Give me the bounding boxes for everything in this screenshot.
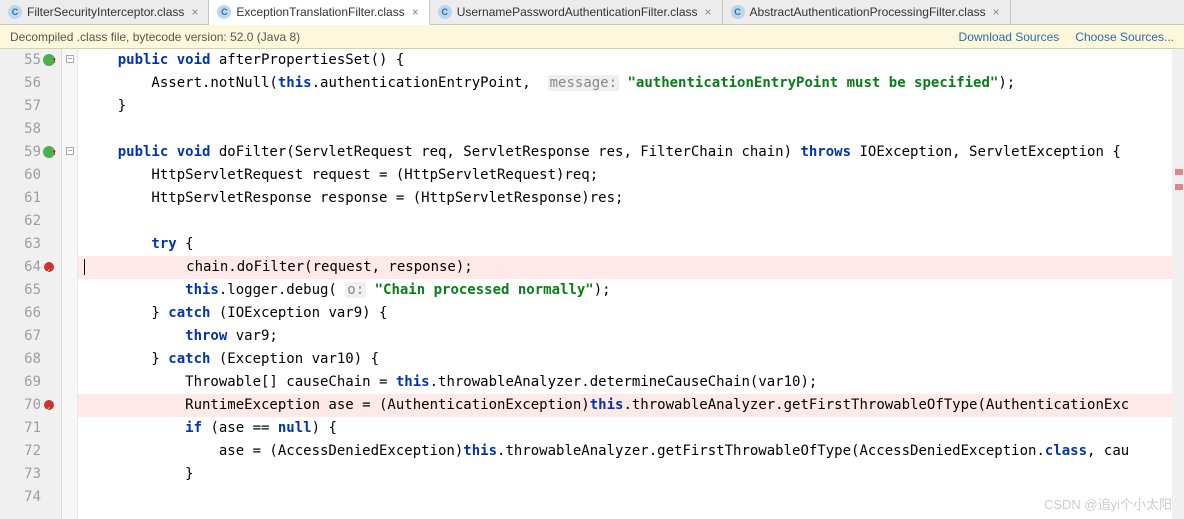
line-number: 62 <box>24 213 41 229</box>
line-number: 71 <box>24 420 41 436</box>
code-line <box>78 118 1184 141</box>
line-number: 61 <box>24 190 41 206</box>
choose-sources-link[interactable]: Choose Sources... <box>1075 30 1174 44</box>
line-number: 70 <box>24 397 41 413</box>
code-editor[interactable]: 55 56 57 58 59 60 61 62 63 64 65 66 67 6… <box>0 49 1184 519</box>
fold-toggle[interactable]: − <box>66 147 74 155</box>
line-number: 58 <box>24 121 41 137</box>
line-number: 65 <box>24 282 41 298</box>
banner-text: Decompiled .class file, bytecode version… <box>10 30 300 44</box>
override-icon[interactable] <box>43 146 55 158</box>
code-line: } <box>78 463 1184 486</box>
code-line: } catch (Exception var10) { <box>78 348 1184 371</box>
fold-gutter: − − <box>62 49 78 519</box>
code-line: ase = (AccessDeniedException)this.throwa… <box>78 440 1184 463</box>
tab-filter-security[interactable]: C FilterSecurityInterceptor.class × <box>0 0 209 24</box>
tab-label: AbstractAuthenticationProcessingFilter.c… <box>750 5 986 19</box>
tab-abstract-auth[interactable]: C AbstractAuthenticationProcessingFilter.… <box>723 0 1011 24</box>
code-line: HttpServletRequest request = (HttpServle… <box>78 164 1184 187</box>
error-stripe[interactable] <box>1175 169 1183 175</box>
line-number: 59 <box>24 144 41 160</box>
line-number: 72 <box>24 443 41 459</box>
code-line: } catch (IOException var9) { <box>78 302 1184 325</box>
error-stripe[interactable] <box>1175 184 1183 190</box>
class-icon: C <box>217 5 231 19</box>
code-line <box>78 486 1184 509</box>
line-number: 66 <box>24 305 41 321</box>
code-line: HttpServletResponse response = (HttpServ… <box>78 187 1184 210</box>
close-icon[interactable]: × <box>703 5 714 19</box>
tab-username-password[interactable]: C UsernamePasswordAuthenticationFilter.cl… <box>430 0 723 24</box>
code-line: chain.doFilter(request, response); <box>78 256 1184 279</box>
tab-bar: C FilterSecurityInterceptor.class × C Excep… <box>0 0 1184 25</box>
code-line: throw var9; <box>78 325 1184 348</box>
code-line <box>78 210 1184 233</box>
class-icon: C <box>8 5 22 19</box>
code-line: Assert.notNull(this.authenticationEntryP… <box>78 72 1184 95</box>
breakpoint-icon[interactable] <box>44 262 54 272</box>
line-number: 64 <box>24 259 41 275</box>
line-number: 60 <box>24 167 41 183</box>
tab-label: ExceptionTranslationFilter.class <box>236 5 404 19</box>
breakpoint-icon[interactable] <box>44 400 54 410</box>
banner-links: Download Sources Choose Sources... <box>959 30 1174 44</box>
close-icon[interactable]: × <box>189 5 200 19</box>
line-number: 57 <box>24 98 41 114</box>
line-number: 69 <box>24 374 41 390</box>
code-line: try { <box>78 233 1184 256</box>
code-area[interactable]: public void afterPropertiesSet() { Asser… <box>78 49 1184 519</box>
tab-label: FilterSecurityInterceptor.class <box>27 5 184 19</box>
fold-toggle[interactable]: − <box>66 55 74 63</box>
code-line: public void doFilter(ServletRequest req,… <box>78 141 1184 164</box>
close-icon[interactable]: × <box>410 5 421 19</box>
line-number: 68 <box>24 351 41 367</box>
code-line: public void afterPropertiesSet() { <box>78 49 1184 72</box>
class-icon: C <box>731 5 745 19</box>
line-number: 56 <box>24 75 41 91</box>
line-number: 73 <box>24 466 41 482</box>
line-gutter: 55 56 57 58 59 60 61 62 63 64 65 66 67 6… <box>0 49 62 519</box>
line-number: 67 <box>24 328 41 344</box>
code-line: RuntimeException ase = (AuthenticationEx… <box>78 394 1184 417</box>
code-line: Throwable[] causeChain = this.throwableA… <box>78 371 1184 394</box>
code-line: if (ase == null) { <box>78 417 1184 440</box>
class-icon: C <box>438 5 452 19</box>
code-line: } <box>78 95 1184 118</box>
line-number: 55 <box>24 52 41 68</box>
line-number: 74 <box>24 489 41 505</box>
tab-exception-translation[interactable]: C ExceptionTranslationFilter.class × <box>209 0 429 25</box>
scrollbar[interactable] <box>1172 49 1184 519</box>
decompile-banner: Decompiled .class file, bytecode version… <box>0 25 1184 49</box>
line-number: 63 <box>24 236 41 252</box>
close-icon[interactable]: × <box>991 5 1002 19</box>
tab-label: UsernamePasswordAuthenticationFilter.cla… <box>457 5 698 19</box>
download-sources-link[interactable]: Download Sources <box>959 30 1060 44</box>
code-line: this.logger.debug( o: "Chain processed n… <box>78 279 1184 302</box>
override-icon[interactable] <box>43 54 55 66</box>
